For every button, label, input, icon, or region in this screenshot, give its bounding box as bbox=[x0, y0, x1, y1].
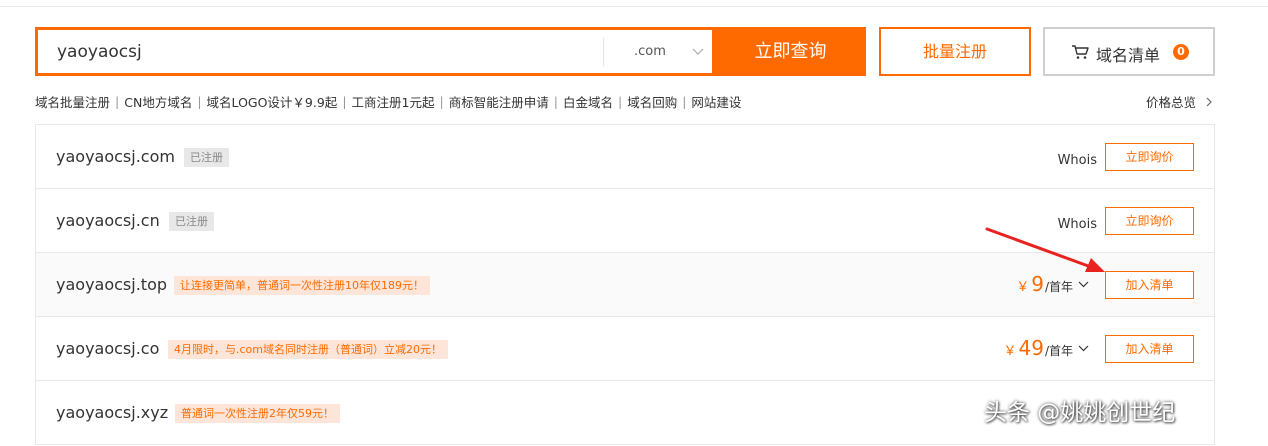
search-input[interactable] bbox=[38, 30, 603, 73]
domain-name: yaoyaocsj.xyz bbox=[56, 403, 169, 422]
search-button[interactable]: 立即查询 bbox=[715, 27, 866, 76]
link-trademark[interactable]: 商标智能注册申请 bbox=[449, 92, 549, 111]
link-bulk-register[interactable]: 域名批量注册 bbox=[35, 92, 110, 111]
promo-tag: 让连接更简单，普通词一次性注册10年仅189元！ bbox=[174, 276, 430, 295]
separator: | bbox=[682, 93, 687, 109]
tld-value: .com bbox=[634, 44, 666, 59]
tld-select[interactable]: .com bbox=[604, 30, 715, 73]
inquire-button[interactable]: 立即询价 bbox=[1105, 207, 1194, 235]
quick-links: 域名批量注册 | CN地方域名 | 域名LOGO设计￥9.9起 | 工商注册1元… bbox=[35, 92, 741, 110]
domain-name: yaoyaocsj.com bbox=[56, 147, 175, 166]
link-cn-regional[interactable]: CN地方域名 bbox=[124, 92, 192, 111]
result-row: yaoyaocsj.co 4月限时，与.com域名同时注册（普通词）立减20元！… bbox=[35, 317, 1215, 381]
chevron-down-icon bbox=[1078, 345, 1089, 351]
price-unit: /首年 bbox=[1044, 280, 1073, 294]
price-value: 49 bbox=[1018, 336, 1044, 360]
cart-label: 域名清单 bbox=[1096, 46, 1161, 65]
separator: | bbox=[617, 93, 623, 109]
cart-count-badge: 0 bbox=[1173, 44, 1189, 60]
link-website-building[interactable]: 网站建设 bbox=[691, 92, 741, 111]
chevron-down-icon bbox=[692, 48, 704, 55]
separator: | bbox=[115, 93, 120, 109]
link-platinum-domains[interactable]: 白金域名 bbox=[563, 92, 613, 111]
price-overview-label: 价格总览 bbox=[1145, 95, 1196, 110]
watermark: 头条 @姚姚创世纪 bbox=[984, 400, 1176, 426]
price-overview-link[interactable]: 价格总览 bbox=[1146, 92, 1214, 111]
search-box: .com bbox=[35, 27, 715, 76]
link-domain-buyback[interactable]: 域名回购 bbox=[627, 92, 677, 111]
separator: | bbox=[197, 93, 202, 109]
domain-list-button[interactable]: 域名清单 0 bbox=[1043, 27, 1215, 76]
domain-name: yaoyaocsj.cn bbox=[56, 211, 160, 230]
top-divider bbox=[0, 0, 1268, 7]
link-logo-design[interactable]: 域名LOGO设计￥9.9起 bbox=[207, 92, 338, 111]
promo-tag: 普通词一次性注册2年仅59元！ bbox=[175, 404, 340, 423]
separator: | bbox=[553, 93, 558, 109]
registered-badge: 已注册 bbox=[184, 148, 229, 167]
currency-symbol: ￥ bbox=[1016, 280, 1030, 295]
result-row: yaoyaocsj.com 已注册 Whois 立即询价 bbox=[35, 125, 1215, 189]
price-unit: /首年 bbox=[1044, 344, 1073, 358]
chevron-down-icon bbox=[1078, 281, 1089, 287]
whois-link[interactable]: Whois bbox=[1058, 153, 1097, 168]
red-arrow-annotation bbox=[985, 227, 1105, 272]
domain-name: yaoyaocsj.top bbox=[56, 275, 168, 294]
add-to-list-button[interactable]: 加入清单 bbox=[1105, 271, 1194, 299]
domain-name: yaoyaocsj.co bbox=[56, 339, 160, 358]
bulk-register-button[interactable]: 批量注册 bbox=[879, 27, 1031, 76]
link-business-registration[interactable]: 工商注册1元起 bbox=[352, 92, 435, 111]
chevron-right-icon bbox=[1206, 97, 1212, 106]
promo-tag: 4月限时，与.com域名同时注册（普通词）立减20元！ bbox=[168, 340, 448, 359]
separator: | bbox=[342, 93, 347, 109]
price-selector[interactable]: ￥ 49 /首年 bbox=[1003, 336, 1089, 360]
registered-badge: 已注册 bbox=[169, 212, 214, 231]
cart-icon bbox=[1072, 45, 1089, 59]
add-to-list-button[interactable]: 加入清单 bbox=[1105, 335, 1194, 363]
separator: | bbox=[439, 93, 444, 109]
currency-symbol: ￥ bbox=[1003, 344, 1017, 359]
inquire-button[interactable]: 立即询价 bbox=[1105, 143, 1194, 171]
